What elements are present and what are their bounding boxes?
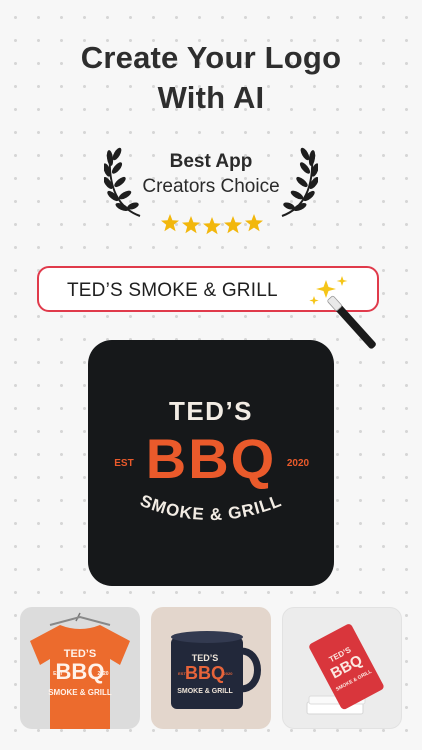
bbq-logo: TED’S BBQ EST 2020 SMOKE & GRILL bbox=[114, 396, 310, 524]
star-icon bbox=[224, 216, 242, 234]
mug-top-text: TED’S bbox=[192, 653, 219, 663]
tshirt-mockup[interactable]: TED’S BBQ EST 2020 SMOKE & GRILL bbox=[20, 607, 140, 729]
award-title: Best App bbox=[169, 151, 253, 172]
tshirt-left-text: EST bbox=[53, 671, 63, 677]
mug-right-text: 2020 bbox=[224, 671, 234, 676]
logo-right-text: 2020 bbox=[287, 458, 310, 469]
logo-left-text: EST bbox=[114, 458, 133, 469]
mug-left-text: EST bbox=[178, 671, 186, 676]
award-badge: Best App Creators Choice bbox=[104, 140, 318, 240]
star-icon bbox=[182, 216, 200, 234]
award-subtitle: Creators Choice bbox=[142, 176, 280, 197]
tshirt-right-text: 2020 bbox=[97, 671, 108, 677]
logo-bottom-text: SMOKE & GRILL bbox=[138, 491, 285, 524]
logo-top-text: TED’S bbox=[169, 396, 253, 426]
headline-line-2: With AI bbox=[157, 80, 265, 115]
rating-stars bbox=[161, 214, 263, 235]
prompt-input-value[interactable]: TED’S SMOKE & GRILL bbox=[67, 280, 278, 302]
business-card-mockup[interactable]: TED’S BBQ SMOKE & GRILL bbox=[282, 607, 402, 729]
logo-preview: TED’S BBQ EST 2020 SMOKE & GRILL bbox=[88, 340, 334, 586]
tshirt-bottom-text: SMOKE & GRILL bbox=[48, 688, 112, 697]
laurel-icon bbox=[281, 147, 318, 217]
mug-main-text: BBQ bbox=[185, 663, 225, 683]
headline-line-1: Create Your Logo bbox=[80, 40, 342, 75]
star-icon bbox=[245, 214, 263, 232]
logo-main-text: BBQ bbox=[146, 427, 276, 490]
star-icon bbox=[161, 214, 179, 232]
star-icon bbox=[203, 217, 221, 235]
headline: Create Your Logo With AI bbox=[0, 38, 422, 118]
mug-mockup[interactable]: TED’S BBQ EST 2020 SMOKE & GRILL bbox=[151, 607, 271, 729]
mug-bottom-text: SMOKE & GRILL bbox=[177, 688, 233, 695]
